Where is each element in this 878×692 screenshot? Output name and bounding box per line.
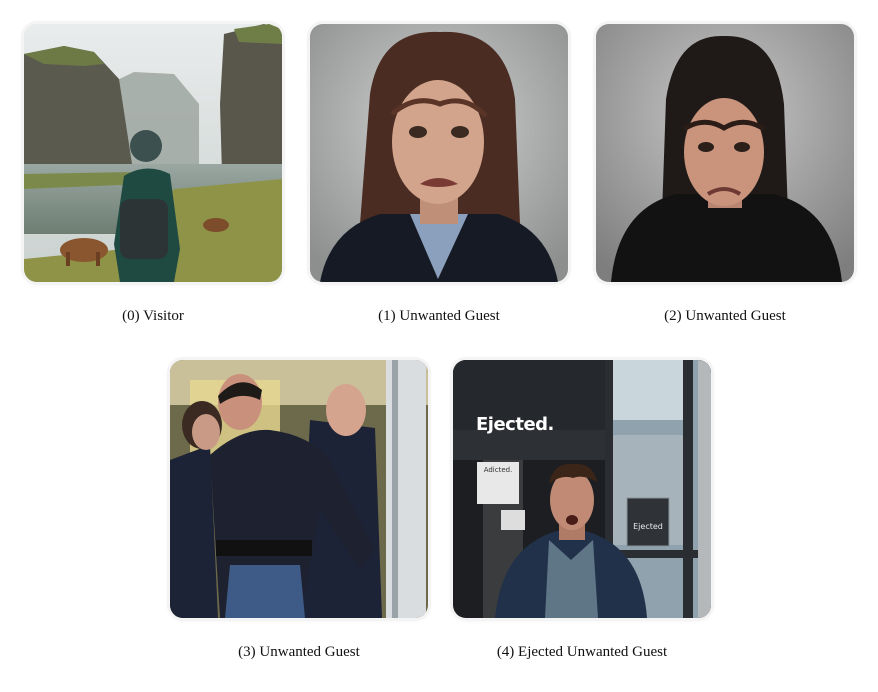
guest-2-image: [596, 24, 854, 282]
gallery-item-0: (0) Visitor: [24, 24, 282, 324]
guest-1-image: [310, 24, 568, 282]
frowning-woman-dark-hair-photo: [596, 24, 854, 282]
notice-sign-text: Adicted.: [483, 466, 513, 474]
landscape-visitor-photo: [24, 24, 282, 282]
caption-0: (0) Visitor: [122, 308, 184, 324]
gallery-item-2: (2) Unwanted Guest: [596, 24, 854, 324]
caption-2: (2) Unwanted Guest: [664, 308, 786, 324]
ejected-sign-text: Ejected.: [476, 414, 554, 435]
frowning-woman-photo: [310, 24, 568, 282]
gallery-item-3: (3) Unwanted Guest: [170, 360, 428, 660]
guest-3-image: [170, 360, 428, 618]
caption-4: (4) Ejected Unwanted Guest: [496, 644, 668, 660]
visitor-image: [24, 24, 282, 282]
door-sign-text: Ejected: [633, 522, 663, 531]
ejected-man-photo: [453, 360, 711, 618]
caption-1: (1) Unwanted Guest: [378, 308, 500, 324]
caption-3: (3) Unwanted Guest: [238, 644, 360, 660]
gallery-item-4: Ejected. Adicted. Ejected (4) Ejected Un…: [453, 360, 711, 660]
guest-4-image: Ejected. Adicted. Ejected: [453, 360, 711, 618]
security-escort-photo: [170, 360, 428, 618]
gallery-item-1: (1) Unwanted Guest: [310, 24, 568, 324]
